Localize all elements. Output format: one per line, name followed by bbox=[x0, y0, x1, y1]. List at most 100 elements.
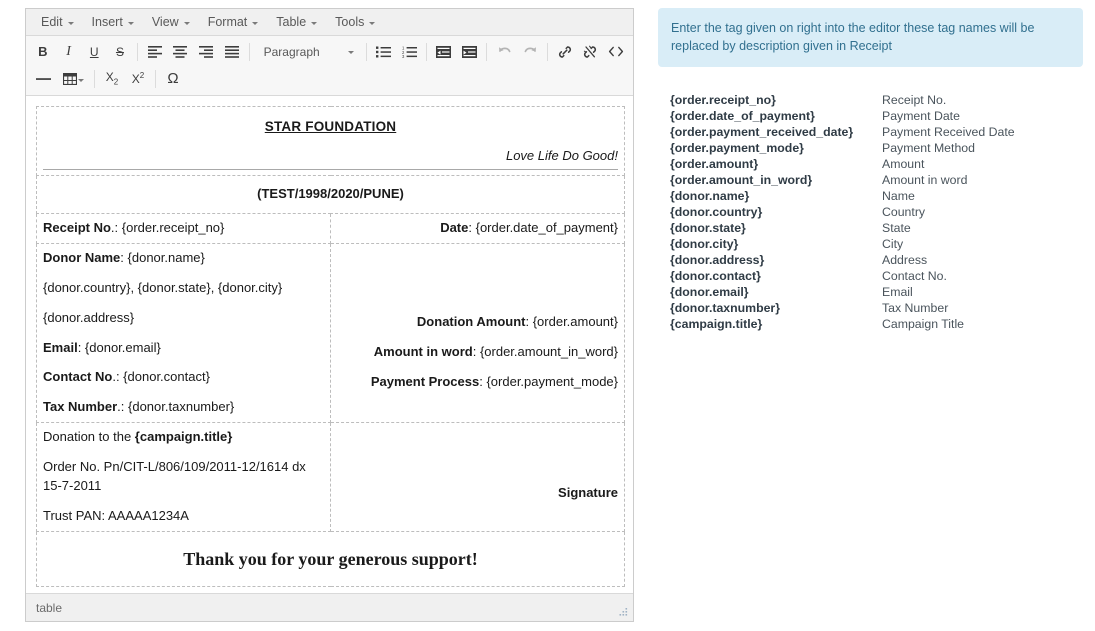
tag-name[interactable]: {donor.state} bbox=[670, 221, 882, 237]
omega-icon: Ω bbox=[167, 70, 179, 87]
tag-row: {order.payment_received_date} Payment Rec… bbox=[670, 125, 1060, 141]
tag-name[interactable]: {donor.city} bbox=[670, 237, 882, 253]
tag-name[interactable]: {order.payment_mode} bbox=[670, 141, 882, 157]
menu-tools[interactable]: Tools bbox=[326, 12, 384, 32]
tag-name[interactable]: {donor.name} bbox=[670, 189, 882, 205]
tag-description: Tax Number bbox=[882, 301, 949, 316]
donation-to-prefix: Donation to the bbox=[43, 429, 135, 445]
tag-description: Payment Date bbox=[882, 109, 960, 124]
redo-button[interactable] bbox=[518, 41, 542, 63]
redo-icon bbox=[524, 47, 536, 53]
align-left-button[interactable] bbox=[143, 41, 167, 63]
italic-button[interactable]: I bbox=[57, 41, 81, 63]
insert-link-button[interactable] bbox=[553, 41, 577, 63]
menu-format[interactable]: Format bbox=[199, 12, 268, 32]
donor-name-label: Donor Name bbox=[43, 250, 121, 266]
resize-handle-icon[interactable] bbox=[617, 606, 629, 618]
menu-edit[interactable]: Edit bbox=[32, 12, 83, 32]
chevron-down-icon bbox=[77, 79, 84, 82]
tag-name[interactable]: {donor.address} bbox=[670, 253, 882, 269]
menu-insert-label: Insert bbox=[91, 15, 123, 29]
receipt-no-label: Receipt No bbox=[43, 220, 111, 236]
payment-process-line: Payment Process: {order.payment_mode} bbox=[337, 373, 618, 392]
tag-description: State bbox=[882, 221, 911, 236]
campaign-title-tag: {campaign.title} bbox=[134, 429, 233, 445]
table-row: STAR FOUNDATION Love Life Do Good! bbox=[36, 105, 625, 177]
cell-date: Date: {order.date_of_payment} bbox=[330, 213, 625, 245]
outdent-button[interactable] bbox=[432, 41, 456, 63]
table-row: Donation to the {campaign.title} Order N… bbox=[36, 422, 625, 532]
unlink-icon bbox=[584, 45, 597, 58]
horizontal-rule-icon bbox=[35, 77, 51, 80]
tag-description: Country bbox=[882, 205, 926, 220]
tag-name[interactable]: {order.amount_in_word} bbox=[670, 173, 882, 189]
toolbar-divider bbox=[136, 42, 138, 61]
format-select[interactable]: Paragraph bbox=[256, 43, 360, 61]
info-notice: Enter the tag given on right into the ed… bbox=[658, 8, 1083, 68]
tag-name[interactable]: {donor.taxnumber} bbox=[670, 301, 882, 317]
menu-view[interactable]: View bbox=[143, 12, 199, 32]
bold-button[interactable]: B bbox=[31, 41, 55, 63]
source-code-icon bbox=[609, 46, 624, 57]
receipt-no-line: Receipt No.: {order.receipt_no} bbox=[43, 219, 324, 238]
undo-button[interactable] bbox=[492, 41, 516, 63]
align-justify-icon bbox=[224, 45, 239, 58]
align-justify-button[interactable] bbox=[220, 41, 244, 63]
subscript-button[interactable]: X2 bbox=[100, 68, 124, 90]
tag-name[interactable]: {campaign.title} bbox=[670, 317, 882, 333]
menu-table[interactable]: Table bbox=[267, 12, 326, 32]
tag-row: {order.date_of_payment} Payment Date bbox=[670, 109, 1060, 125]
amount-in-word-value: : {order.amount_in_word} bbox=[472, 343, 618, 359]
order-no-line: Order No. Pn/CIT-L/806/109/2011-12/1614 … bbox=[43, 459, 306, 493]
editor-toolbar: B I U S Paragraph 1 2 3 X2 X2 Ω bbox=[26, 36, 633, 96]
bullet-list-button[interactable] bbox=[372, 41, 396, 63]
chevron-down-icon bbox=[311, 21, 318, 25]
tag-description: Address bbox=[882, 253, 928, 268]
indent-button[interactable] bbox=[458, 41, 482, 63]
tag-description: City bbox=[882, 237, 904, 252]
tag-name[interactable]: {order.amount} bbox=[670, 157, 882, 173]
chevron-down-icon bbox=[183, 21, 190, 25]
tag-description: Payment Method bbox=[882, 141, 975, 156]
superscript-button[interactable]: X2 bbox=[126, 68, 150, 90]
underline-icon: U bbox=[89, 44, 99, 59]
tag-name[interactable]: {order.payment_received_date} bbox=[670, 125, 882, 141]
indent-icon bbox=[462, 45, 478, 58]
table-button[interactable] bbox=[57, 68, 89, 90]
tag-name[interactable]: {donor.email} bbox=[670, 285, 882, 301]
registration-number: (TEST/1998/2020/PUNE) bbox=[257, 186, 404, 202]
contact-value: .: {donor.contact} bbox=[112, 369, 210, 385]
menu-tools-label: Tools bbox=[335, 15, 365, 29]
numbered-list-button[interactable]: 1 2 3 bbox=[397, 41, 421, 63]
unlink-button[interactable] bbox=[579, 41, 603, 63]
toolbar-row-2: X2 X2 Ω bbox=[30, 65, 629, 92]
align-right-button[interactable] bbox=[194, 41, 218, 63]
source-code-button[interactable] bbox=[604, 41, 628, 63]
underline-button[interactable]: U bbox=[82, 41, 106, 63]
date-value: : {order.date_of_payment} bbox=[468, 220, 618, 236]
align-center-button[interactable] bbox=[169, 41, 193, 63]
header-divider bbox=[43, 169, 618, 171]
tag-row: {campaign.title} Campaign Title bbox=[670, 317, 1060, 333]
trust-pan-line: Trust PAN: AAAAA1234A bbox=[43, 507, 189, 523]
donor-tax-line: Tax Number.: {donor.taxnumber} bbox=[43, 398, 324, 417]
horizontal-rule-button[interactable] bbox=[31, 68, 55, 90]
chevron-down-icon bbox=[347, 51, 354, 54]
tag-description: Email bbox=[882, 285, 913, 300]
tag-name[interactable]: {donor.country} bbox=[670, 205, 882, 221]
amount-in-word-line: Amount in word: {order.amount_in_word} bbox=[337, 343, 618, 362]
strikethrough-button[interactable]: S bbox=[108, 41, 132, 63]
menu-insert[interactable]: Insert bbox=[83, 12, 143, 32]
special-character-button[interactable]: Ω bbox=[161, 68, 185, 90]
tag-name[interactable]: {order.receipt_no} bbox=[670, 93, 882, 109]
tag-name[interactable]: {donor.contact} bbox=[670, 269, 882, 285]
payment-process-label: Payment Process bbox=[370, 373, 480, 389]
tag-reference-panel: Enter the tag given on right into the ed… bbox=[658, 8, 1083, 333]
tag-name[interactable]: {order.date_of_payment} bbox=[670, 109, 882, 125]
element-path[interactable]: table bbox=[36, 601, 62, 615]
numbered-list-icon: 1 2 3 bbox=[402, 46, 417, 58]
editor-content-area[interactable]: STAR FOUNDATION Love Life Do Good! (TEST… bbox=[26, 96, 633, 593]
tag-row: {order.amount} Amount bbox=[670, 157, 1060, 173]
tag-row: {donor.email} Email bbox=[670, 285, 1060, 301]
tag-description: Name bbox=[882, 189, 915, 204]
